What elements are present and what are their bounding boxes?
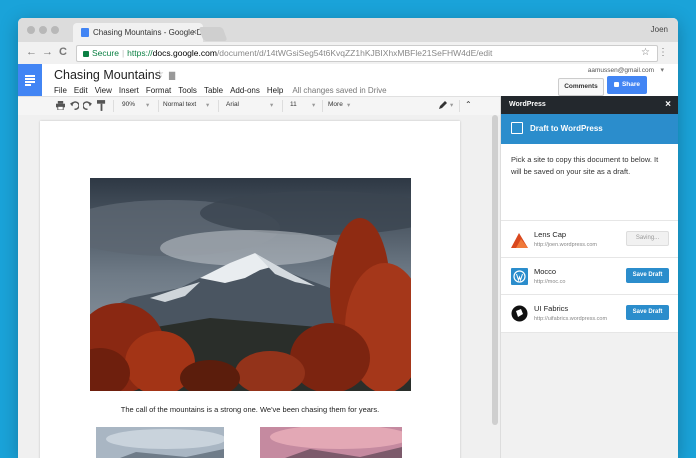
- site-row: Mocco http://moc.co Save Draft: [501, 257, 678, 295]
- draft-title: Draft to WordPress: [530, 124, 603, 133]
- url-host: docs.google.com: [152, 48, 217, 58]
- menu-table[interactable]: Table: [204, 86, 223, 95]
- menu-edit[interactable]: Edit: [74, 86, 88, 95]
- site-name: UI Fabrics: [534, 304, 569, 313]
- formatting-toolbar: 90% ▾ Normal text ▾ Arial ▾ 11 ▾ More ▾ …: [18, 96, 500, 116]
- menu-view[interactable]: View: [95, 86, 112, 95]
- mountain-photo: [90, 178, 411, 391]
- document-page[interactable]: The call of the mountains is a strong on…: [40, 121, 460, 458]
- new-tab-button[interactable]: [198, 27, 228, 41]
- menu-format[interactable]: Format: [146, 86, 171, 95]
- font-size-select[interactable]: 11: [290, 101, 297, 108]
- save-status: All changes saved in Drive: [292, 86, 387, 95]
- menu-help[interactable]: Help: [267, 86, 283, 95]
- browser-menu-icon[interactable]: ⋮: [658, 47, 668, 58]
- account-email[interactable]: aamussen@gmail.com: [588, 67, 654, 74]
- share-label: Share: [621, 81, 641, 88]
- print-icon[interactable]: [56, 101, 65, 110]
- zoom-caret-icon: ▾: [146, 102, 150, 109]
- style-select[interactable]: Normal text: [163, 101, 196, 108]
- back-icon[interactable]: ←: [26, 46, 37, 58]
- site-url: http://moc.co: [534, 279, 566, 285]
- image-caption: The call of the mountains is a strong on…: [120, 405, 380, 414]
- comments-button[interactable]: Comments: [558, 78, 604, 96]
- mode-caret-icon: ▾: [450, 102, 454, 109]
- menu-addons[interactable]: Add-ons: [230, 86, 260, 95]
- ui-fabrics-logo-icon: [511, 305, 528, 322]
- pencil-icon[interactable]: [438, 100, 448, 110]
- document-canvas: The call of the mountains is a strong on…: [18, 115, 500, 458]
- star-document-icon[interactable]: ☆: [155, 69, 164, 80]
- maximize-window-icon[interactable]: [51, 26, 59, 34]
- draft-to-wordpress-banner: Draft to WordPress: [501, 114, 678, 144]
- sidebar-header: WordPress ×: [501, 96, 678, 114]
- browser-user[interactable]: Joen: [651, 25, 668, 34]
- sidebar-description: Pick a site to copy this document to bel…: [511, 155, 659, 176]
- document-title[interactable]: Chasing Mountains: [54, 68, 161, 82]
- font-select[interactable]: Arial: [226, 101, 239, 108]
- paint-format-icon[interactable]: [97, 100, 106, 111]
- lens-cap-logo-icon: [511, 231, 528, 248]
- menu-tools[interactable]: Tools: [178, 86, 197, 95]
- address-bar: ← → C Secure | https://docs.google.com/doc…: [18, 42, 678, 65]
- url-scheme: https://: [127, 48, 153, 58]
- lock-icon: [613, 81, 619, 87]
- title-bar: Chasing Mountains - Google D × Joen: [18, 18, 678, 42]
- sidebar-footer: [501, 332, 678, 458]
- share-button[interactable]: Share: [607, 76, 647, 94]
- undo-icon[interactable]: [70, 101, 79, 110]
- save-draft-button[interactable]: Save Draft: [626, 305, 669, 320]
- folder-icon[interactable]: ▇: [169, 71, 175, 80]
- site-name: Lens Cap: [534, 230, 567, 239]
- menu-bar: File Edit View Insert Format Tools Table Add-on…: [54, 86, 394, 95]
- zoom-select[interactable]: 90%: [122, 101, 135, 108]
- site-row: UI Fabrics http://uifabrics.wordpress.co…: [501, 294, 678, 332]
- account-caret-icon[interactable]: ▾: [660, 66, 664, 74]
- thumbnail-photo-left: [96, 427, 224, 458]
- browser-tab[interactable]: Chasing Mountains - Google D ×: [73, 23, 203, 42]
- redo-icon[interactable]: [83, 101, 92, 110]
- docs-home-icon[interactable]: [18, 64, 42, 96]
- sidebar-close-icon[interactable]: ×: [665, 99, 671, 110]
- site-row: Lens Cap http://joen.wordpress.com Savin…: [501, 220, 678, 258]
- tab-close-icon[interactable]: ×: [192, 27, 197, 37]
- style-caret-icon: ▾: [206, 102, 210, 109]
- site-url: http://uifabrics.wordpress.com: [534, 316, 608, 322]
- menu-file[interactable]: File: [54, 86, 67, 95]
- thumbnail-photo-right: [260, 427, 402, 458]
- edit-icon: [511, 122, 523, 134]
- url-path: /document/d/14tWGsiSeg54t6KvqZZ1hKJBIXhx…: [216, 48, 493, 58]
- document-scrollbar[interactable]: [492, 115, 498, 425]
- bookmark-star-icon[interactable]: ☆: [641, 47, 650, 58]
- reload-icon[interactable]: C: [59, 46, 67, 58]
- forward-icon[interactable]: →: [42, 46, 53, 58]
- site-name: Mocco: [534, 267, 557, 276]
- font-caret-icon: ▾: [270, 102, 274, 109]
- menu-insert[interactable]: Insert: [119, 86, 139, 95]
- browser-window: Chasing Mountains - Google D × Joen ← → …: [18, 18, 678, 458]
- sidebar-title: WordPress: [509, 101, 546, 108]
- saving-button[interactable]: Saving...: [626, 231, 669, 246]
- secure-label: Secure: [92, 48, 119, 58]
- lock-icon: [83, 50, 89, 57]
- minimize-window-icon[interactable]: [39, 26, 47, 34]
- more-menu[interactable]: More: [328, 101, 343, 108]
- save-draft-button[interactable]: Save Draft: [626, 268, 669, 283]
- size-caret-icon: ▾: [312, 102, 316, 109]
- wordpress-logo-icon: [511, 268, 528, 285]
- url-field[interactable]: Secure | https://docs.google.com/document/…: [76, 45, 658, 62]
- wordpress-sidebar: WordPress × Draft to WordPress Pick a si…: [500, 96, 678, 458]
- tab-title: Chasing Mountains - Google D: [93, 28, 203, 37]
- collapse-toolbar-icon[interactable]: ⌃: [465, 100, 472, 109]
- close-window-icon[interactable]: [27, 26, 35, 34]
- docs-favicon-icon: [81, 28, 89, 37]
- more-caret-icon: ▾: [347, 102, 351, 109]
- site-url: http://joen.wordpress.com: [534, 242, 597, 248]
